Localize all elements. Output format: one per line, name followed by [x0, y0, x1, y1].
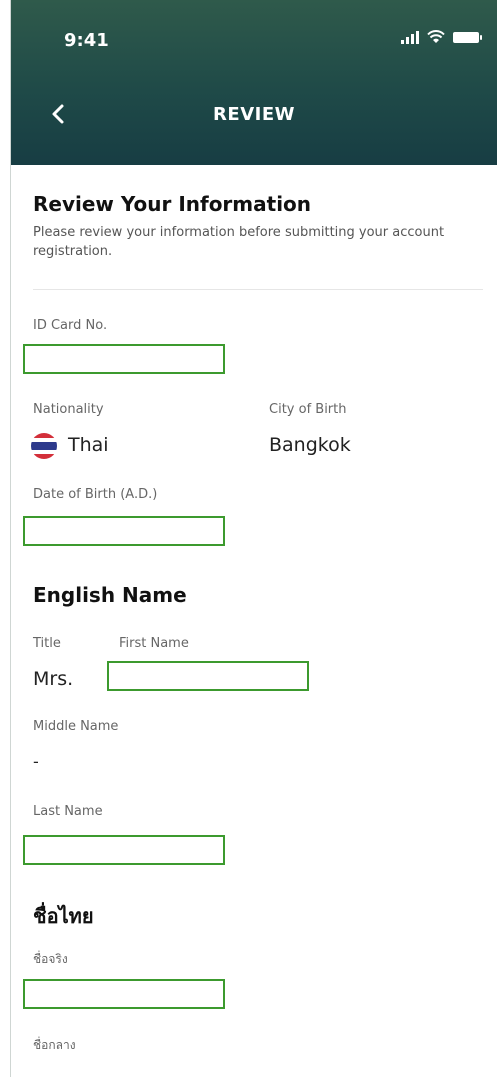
title-value: Mrs. [33, 668, 74, 690]
middle-name-label: Middle Name [33, 719, 119, 734]
nationality-label: Nationality [33, 402, 104, 417]
first-name-value [107, 661, 309, 691]
app-header: 9:41 REVIEW [11, 0, 497, 165]
title-label: Title [33, 636, 61, 651]
date-of-birth-label: Date of Birth (A.D.) [33, 487, 158, 502]
id-card-label: ID Card No. [33, 318, 108, 333]
last-name-value [23, 835, 225, 865]
wifi-icon [427, 30, 445, 43]
city-of-birth-label: City of Birth [269, 402, 347, 417]
battery-icon [453, 31, 482, 43]
review-heading: Review Your Information [33, 192, 312, 216]
review-subtitle: Please review your information before su… [33, 225, 445, 259]
page-title: REVIEW [213, 104, 295, 125]
status-time: 9:41 [64, 30, 109, 51]
date-of-birth-value [23, 516, 225, 546]
nationality-value: Thai [68, 434, 109, 456]
divider [33, 289, 483, 290]
first-name-label: First Name [119, 636, 189, 651]
thai-middle-name-label: ชื่อกลาง [33, 1038, 76, 1052]
city-of-birth-value: Bangkok [269, 434, 351, 456]
status-icons [401, 30, 482, 44]
thai-first-name-label: ชื่อจริง [33, 952, 68, 966]
middle-name-value: - [33, 752, 39, 771]
signal-icon [401, 30, 419, 44]
thai-first-name-value [23, 979, 225, 1009]
last-name-label: Last Name [33, 804, 103, 819]
thai-name-heading: ชื่อไทย [33, 904, 94, 928]
id-card-value [23, 344, 225, 374]
english-name-heading: English Name [33, 583, 187, 607]
thai-flag-icon [31, 433, 57, 459]
